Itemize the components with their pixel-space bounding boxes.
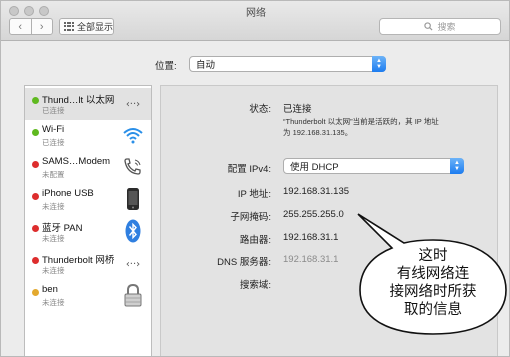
- callout-line-2: 有线网络连: [396, 266, 470, 282]
- callout-line-1: 这时: [418, 248, 448, 264]
- callout-line-3: 接网络时所获: [389, 284, 477, 300]
- callout-line-4: 取的信息: [404, 302, 462, 318]
- callout-text: 这时 有线网络连 接网络时所获 取的信息: [364, 247, 502, 319]
